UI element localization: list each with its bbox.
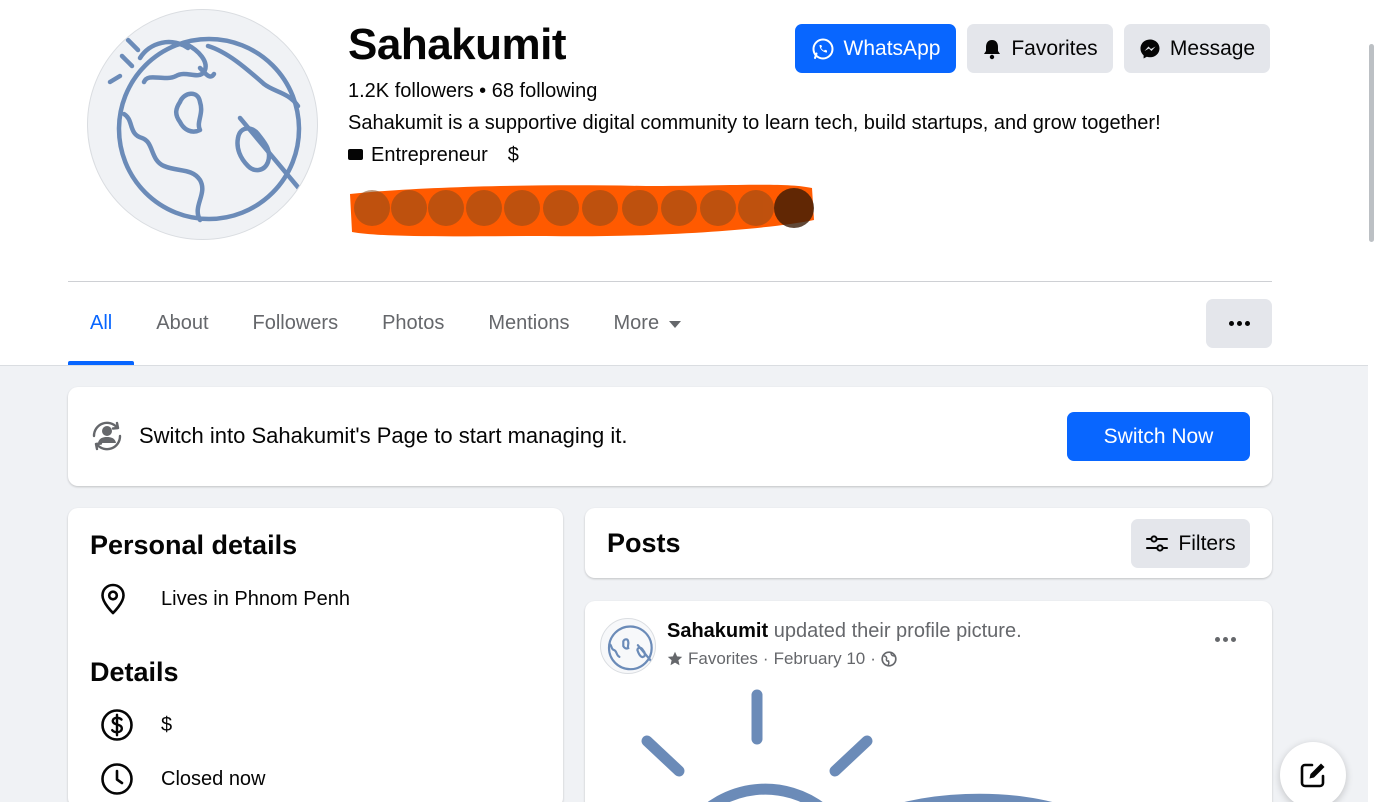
post-headline: Sahakumit updated their profile picture. <box>667 620 1022 643</box>
redacted-avatars <box>354 190 774 226</box>
scrollbar[interactable] <box>1368 0 1375 802</box>
tab-about-label: About <box>156 312 209 334</box>
redacted-followers-strip <box>346 180 816 240</box>
tab-more-label: More <box>613 312 660 334</box>
switch-banner-text: Switch into Sahakumit's Page to start ma… <box>139 423 628 448</box>
profile-picture[interactable] <box>87 9 318 240</box>
favorites-button[interactable]: Favorites <box>967 24 1113 73</box>
profile-tabs: All About Followers Photos Mentions More <box>68 282 703 365</box>
messenger-icon <box>1140 39 1160 58</box>
post-date[interactable]: February 10 <box>774 649 866 669</box>
tab-followers-label: Followers <box>252 312 339 334</box>
message-button[interactable]: Message <box>1124 24 1270 73</box>
whatsapp-button[interactable]: WhatsApp <box>795 24 956 73</box>
post-author-name[interactable]: Sahakumit <box>667 620 768 642</box>
dollar-circle-icon <box>90 707 144 743</box>
price-detail-text: $ <box>161 713 173 736</box>
post-audience: Favorites <box>688 649 758 668</box>
tab-all-label: All <box>90 312 113 334</box>
tab-all[interactable]: All <box>68 282 135 365</box>
tab-mentions-label: Mentions <box>488 312 570 334</box>
caret-down-icon <box>669 321 682 328</box>
switch-now-button[interactable]: Switch Now <box>1067 412 1250 461</box>
details-title: Details <box>90 657 179 687</box>
tab-mentions[interactable]: Mentions <box>466 282 591 365</box>
category-label: Entrepreneur <box>371 144 488 166</box>
switch-profile-banner: Switch into Sahakumit's Page to start ma… <box>68 387 1272 486</box>
location-pin-icon <box>90 581 144 617</box>
bio-text: Sahakumit is a supportive digital commun… <box>348 112 1161 134</box>
message-label: Message <box>1169 36 1256 60</box>
profile-switch-icon <box>92 421 122 451</box>
intro-card: Personal details Lives in Phnom Penh Det… <box>68 508 563 802</box>
scrollbar-thumb[interactable] <box>1369 44 1374 242</box>
price-row: $ <box>90 707 172 743</box>
follow-counts[interactable]: 1.2K followers • 68 following <box>348 80 597 103</box>
meta-separator: · <box>870 649 876 668</box>
filters-button[interactable]: Filters <box>1131 519 1250 568</box>
post-image[interactable] <box>585 683 1272 802</box>
tab-about[interactable]: About <box>134 282 230 365</box>
tab-photos[interactable]: Photos <box>360 282 466 365</box>
tab-more[interactable]: More <box>592 282 704 365</box>
bell-icon <box>984 39 1001 59</box>
post-options-button[interactable] <box>1215 637 1236 642</box>
briefcase-icon <box>348 149 363 160</box>
hours-text: Closed now <box>161 767 266 790</box>
category-row: Entrepreneur $ <box>348 144 519 167</box>
page-title: Sahakumit <box>348 20 567 69</box>
tab-followers[interactable]: Followers <box>231 282 361 365</box>
sliders-icon <box>1146 534 1169 552</box>
meta-separator: · <box>762 649 769 668</box>
profile-options-button[interactable] <box>1206 299 1272 348</box>
post-action-text: updated their profile picture. <box>773 620 1022 642</box>
compose-button[interactable] <box>1280 742 1346 802</box>
lives-in-text: Lives in Phnom Penh <box>161 587 351 610</box>
globe-logo-icon <box>607 625 654 671</box>
globe-icon <box>881 651 897 667</box>
price-label: $ <box>507 144 519 166</box>
filters-label: Filters <box>1178 531 1236 555</box>
post-author-avatar[interactable] <box>600 618 656 674</box>
compose-icon <box>1300 763 1325 788</box>
whatsapp-icon <box>812 38 834 59</box>
favorites-label: Favorites <box>1011 36 1098 60</box>
post-card: Sahakumit updated their profile picture.… <box>585 601 1272 802</box>
personal-details-title: Personal details <box>90 530 298 560</box>
more-dots-icon <box>1215 637 1236 642</box>
hours-row: Closed now <box>90 761 266 797</box>
whatsapp-label: WhatsApp <box>843 36 941 60</box>
tab-photos-label: Photos <box>382 312 445 334</box>
posts-title: Posts <box>607 528 681 558</box>
lives-in-row: Lives in Phnom Penh <box>90 581 350 617</box>
post-meta: Favorites · February 10 · <box>667 649 897 669</box>
posts-header-card: Posts Filters <box>585 508 1272 578</box>
clock-icon <box>90 761 144 797</box>
star-icon <box>667 651 683 666</box>
globe-logo-icon <box>107 36 305 223</box>
more-dots-icon <box>1228 321 1250 326</box>
